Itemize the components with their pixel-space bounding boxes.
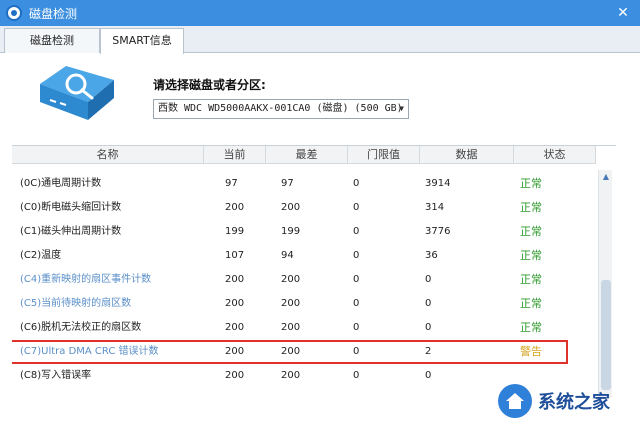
table-row[interactable]: (C2)温度 107 94 0 36 正常 — [12, 244, 598, 268]
disk-select-dropdown[interactable]: 西数 WDC WD5000AAKX-001CA0 (磁盘) (500 GB) ▼ — [153, 99, 409, 119]
column-header-data[interactable]: 数据 — [420, 146, 514, 164]
column-header-worst[interactable]: 最差 — [266, 146, 348, 164]
threshold-value: 0 — [353, 322, 360, 333]
status-badge: 正常 — [520, 273, 542, 286]
current-value: 107 — [225, 250, 245, 261]
column-header-status[interactable]: 状态 — [514, 146, 596, 164]
worst-value: 199 — [281, 226, 301, 237]
current-value: 200 — [225, 370, 245, 381]
column-header-threshold[interactable]: 门限值 — [348, 146, 420, 164]
worst-value: 200 — [281, 298, 301, 309]
tab-smart-info[interactable]: SMART信息 — [100, 28, 184, 54]
close-button[interactable]: ✕ — [614, 4, 632, 22]
disk-select-value: 西数 WDC WD5000AAKX-001CA0 (磁盘) (500 GB) — [158, 103, 403, 114]
title-bar: 磁盘检测 ✕ — [0, 0, 640, 26]
scroll-thumb[interactable] — [601, 280, 611, 390]
raw-data-value: 3776 — [425, 226, 451, 237]
worst-value: 94 — [281, 250, 294, 261]
table-scrollbar[interactable]: ▲ — [598, 170, 612, 398]
hard-disk-icon — [40, 66, 114, 120]
attribute-name: (C5)当前待映射的扇区数 — [20, 298, 132, 309]
tab-disk-check[interactable]: 磁盘检测 — [4, 28, 100, 53]
status-badge: 正常 — [520, 201, 542, 214]
worst-value: 200 — [281, 322, 301, 333]
watermark: 系统之家 — [498, 380, 638, 422]
attribute-name: (C7)Ultra DMA CRC 错误计数 — [20, 346, 159, 357]
status-badge: 警告 — [520, 345, 542, 358]
smart-table: 名称 当前 最差 门限值 数据 状态 (0C)通电周期计数 97 97 0 39… — [12, 145, 616, 405]
table-row[interactable]: (C5)当前待映射的扇区数 200 200 0 0 正常 — [12, 292, 598, 316]
threshold-value: 0 — [353, 178, 360, 189]
raw-data-value: 2 — [425, 346, 432, 357]
threshold-value: 0 — [353, 202, 360, 213]
attribute-name: (C4)重新映射的扇区事件计数 — [20, 274, 152, 285]
table-row[interactable]: (C4)重新映射的扇区事件计数 200 200 0 0 正常 — [12, 268, 598, 292]
current-value: 199 — [225, 226, 245, 237]
status-badge: 正常 — [520, 225, 542, 238]
threshold-value: 0 — [353, 370, 360, 381]
current-value: 200 — [225, 298, 245, 309]
raw-data-value: 0 — [425, 298, 432, 309]
raw-data-value: 0 — [425, 274, 432, 285]
current-value: 200 — [225, 202, 245, 213]
table-row-highlighted[interactable]: (C7)Ultra DMA CRC 错误计数 200 200 0 2 警告 — [12, 340, 568, 364]
table-row[interactable]: (C6)脱机无法校正的扇区数 200 200 0 0 正常 — [12, 316, 598, 340]
current-value: 97 — [225, 178, 238, 189]
table-header: 名称 当前 最差 门限值 数据 状态 — [12, 146, 596, 164]
app-logo-icon — [6, 5, 22, 21]
column-header-current[interactable]: 当前 — [204, 146, 266, 164]
house-icon — [506, 393, 524, 409]
disk-select-prompt: 请选择磁盘或者分区: — [153, 78, 266, 92]
threshold-value: 0 — [353, 274, 360, 285]
threshold-value: 0 — [353, 298, 360, 309]
status-badge: 正常 — [520, 321, 542, 334]
worst-value: 200 — [281, 346, 301, 357]
watermark-text: 系统之家 — [538, 392, 610, 413]
attribute-name: (C0)断电磁头缩回计数 — [20, 202, 122, 213]
table-row[interactable]: (0C)通电周期计数 97 97 0 3914 正常 — [12, 172, 598, 196]
table-row[interactable]: (C0)断电磁头缩回计数 200 200 0 314 正常 — [12, 196, 598, 220]
attribute-name: (C8)写入错误率 — [20, 370, 92, 381]
current-value: 200 — [225, 346, 245, 357]
tab-bar: 磁盘检测 SMART信息 — [0, 26, 640, 54]
worst-value: 200 — [281, 202, 301, 213]
threshold-value: 0 — [353, 346, 360, 357]
status-badge: 正常 — [520, 177, 542, 190]
column-header-name[interactable]: 名称 — [12, 146, 204, 164]
threshold-value: 0 — [353, 250, 360, 261]
raw-data-value: 0 — [425, 322, 432, 333]
raw-data-value: 36 — [425, 250, 438, 261]
threshold-value: 0 — [353, 226, 360, 237]
table-row[interactable]: (C1)磁头伸出周期计数 199 199 0 3776 正常 — [12, 220, 598, 244]
chevron-down-icon[interactable]: ▼ — [399, 100, 404, 118]
status-badge: 正常 — [520, 249, 542, 262]
watermark-logo-icon — [498, 384, 532, 418]
window-title: 磁盘检测 — [29, 6, 78, 21]
worst-value: 200 — [281, 274, 301, 285]
table-body: (0C)通电周期计数 97 97 0 3914 正常 (C0)断电磁头缩回计数 … — [12, 164, 598, 406]
scroll-up-icon[interactable]: ▲ — [599, 170, 613, 184]
current-value: 200 — [225, 274, 245, 285]
raw-data-value: 314 — [425, 202, 445, 213]
worst-value: 97 — [281, 178, 294, 189]
current-value: 200 — [225, 322, 245, 333]
attribute-name: (C2)温度 — [20, 250, 62, 261]
status-badge: 正常 — [520, 297, 542, 310]
attribute-name: (C1)磁头伸出周期计数 — [20, 226, 122, 237]
attribute-name: (C6)脱机无法校正的扇区数 — [20, 322, 142, 333]
raw-data-value: 0 — [425, 370, 432, 381]
raw-data-value: 3914 — [425, 178, 451, 189]
worst-value: 200 — [281, 370, 301, 381]
attribute-name: (0C)通电周期计数 — [20, 178, 102, 189]
